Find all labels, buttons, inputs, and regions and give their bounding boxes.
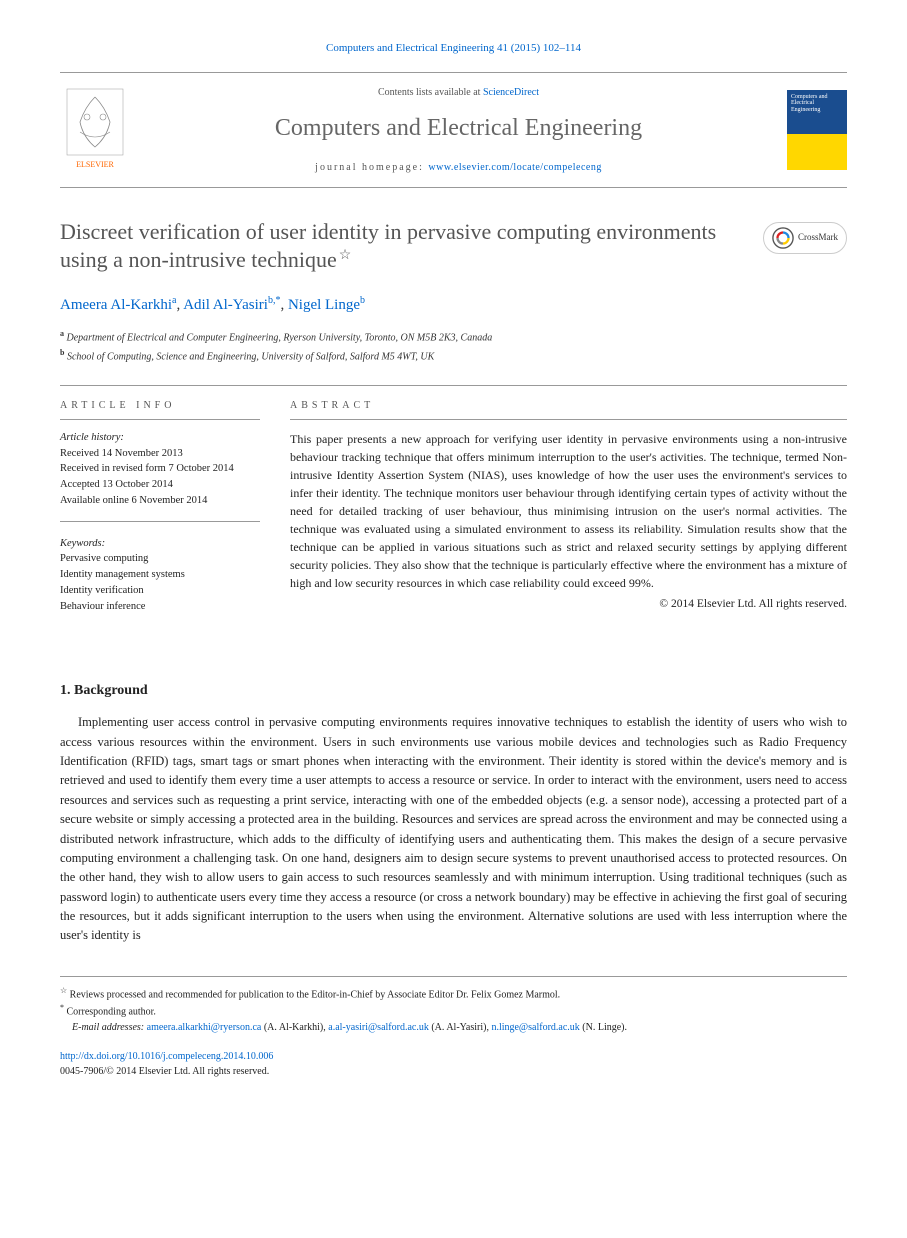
abstract-text: This paper presents a new approach for v… <box>290 430 847 592</box>
footnotes: ☆ Reviews processed and recommended for … <box>60 976 847 1035</box>
article-info: ARTICLE INFO Article history: Received 1… <box>60 386 260 641</box>
affiliations: a Department of Electrical and Computer … <box>60 328 847 365</box>
article-info-header: ARTICLE INFO <box>60 398 260 420</box>
article-history: Article history: Received 14 November 20… <box>60 430 260 522</box>
authors: Ameera Al-Karkhia, Adil Al-Yasirib,*, Ni… <box>60 293 847 317</box>
author-sup-2: b,* <box>268 295 281 306</box>
star-sup-icon: ☆ <box>60 986 67 995</box>
issn-copyright: 0045-7906/© 2014 Elsevier Ltd. All right… <box>60 1064 847 1079</box>
keywords: Keywords: Pervasive computing Identity m… <box>60 536 260 627</box>
author-link-2[interactable]: Adil Al-Yasiri <box>183 297 268 313</box>
elsevier-logo: ELSEVIER <box>60 87 130 172</box>
abstract-copyright: © 2014 Elsevier Ltd. All rights reserved… <box>290 596 847 613</box>
doi-link[interactable]: http://dx.doi.org/10.1016/j.compeleceng.… <box>60 1051 273 1062</box>
email-link-1[interactable]: ameera.alkarkhi@ryerson.ca <box>147 1022 262 1033</box>
author-sup-1: a <box>172 295 176 306</box>
journal-title: Computers and Electrical Engineering <box>130 110 787 146</box>
section-1-text: Implementing user access control in perv… <box>60 713 847 946</box>
journal-header: ELSEVIER Contents lists available at Sci… <box>60 72 847 188</box>
author-link-1[interactable]: Ameera Al-Karkhi <box>60 297 172 313</box>
footer: http://dx.doi.org/10.1016/j.compeleceng.… <box>60 1049 847 1079</box>
abstract-header: ABSTRACT <box>290 398 847 420</box>
crossmark-icon <box>772 227 794 249</box>
paper-title: Discreet verification of user identity i… <box>60 218 743 275</box>
info-abstract-row: ARTICLE INFO Article history: Received 1… <box>60 385 847 641</box>
journal-cover: Computers and Electrical Engineering <box>787 90 847 170</box>
author-link-3[interactable]: Nigel Linge <box>288 297 360 313</box>
title-row: Discreet verification of user identity i… <box>60 218 847 275</box>
section-1-title: 1. Background <box>60 680 847 701</box>
crossmark-badge[interactable]: CrossMark <box>763 222 847 254</box>
star-icon: ☆ <box>339 248 352 263</box>
journal-homepage-link[interactable]: www.elsevier.com/locate/compeleceng <box>428 162 601 173</box>
asterisk-sup-icon: * <box>60 1003 64 1012</box>
email-link-3[interactable]: n.linge@salford.ac.uk <box>491 1022 579 1033</box>
journal-center: Contents lists available at ScienceDirec… <box>130 85 787 175</box>
email-link-2[interactable]: a.al-yasiri@salford.ac.uk <box>328 1022 429 1033</box>
abstract-column: ABSTRACT This paper presents a new appro… <box>290 386 847 641</box>
header-citation: Computers and Electrical Engineering 41 … <box>60 40 847 57</box>
contents-line: Contents lists available at ScienceDirec… <box>130 85 787 100</box>
author-sup-3: b <box>360 295 365 306</box>
homepage-line: journal homepage: www.elsevier.com/locat… <box>130 160 787 175</box>
sciencedirect-link[interactable]: ScienceDirect <box>483 87 539 98</box>
